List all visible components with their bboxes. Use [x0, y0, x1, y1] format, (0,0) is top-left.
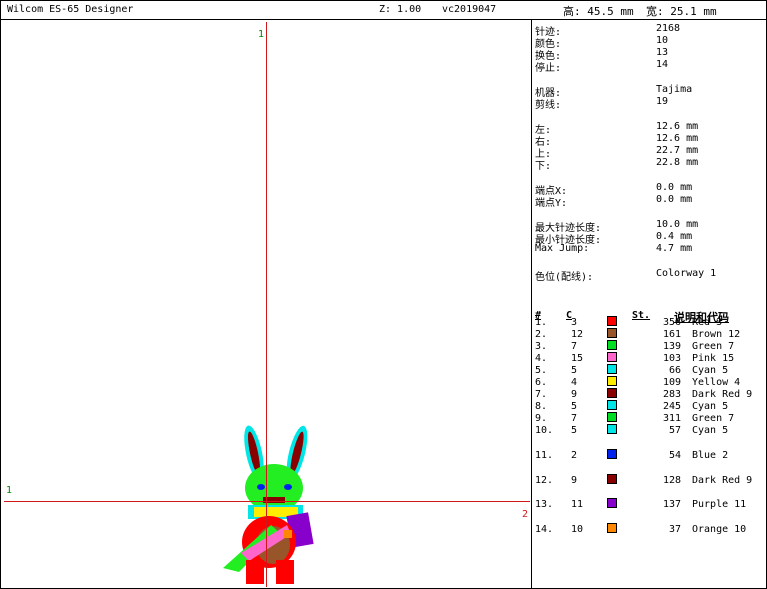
color-row-stitches: 311 — [662, 413, 681, 424]
color-swatch — [607, 474, 617, 484]
color-row-name: Cyan 5 — [692, 425, 729, 436]
color-row-code: 3 — [571, 317, 578, 328]
color-row[interactable]: 5. 5 66 Cyan 5 — [535, 364, 765, 377]
color-row-index: 2. — [535, 329, 548, 340]
color-row-stitches: 161 — [662, 329, 681, 340]
color-swatch — [607, 400, 617, 410]
color-row-stitches: 245 — [662, 401, 681, 412]
color-row-index: 6. — [535, 377, 548, 388]
color-row-code: 4 — [571, 377, 578, 388]
color-row-stitches: 283 — [662, 389, 681, 400]
color-row-name: Cyan 5 — [692, 365, 729, 376]
color-row[interactable]: 14. 10 37 Orange 10 — [535, 523, 765, 536]
color-row-stitches: 128 — [662, 475, 681, 486]
color-row-name: Brown 12 — [692, 329, 741, 340]
color-row[interactable]: 3. 7 139 Green 7 — [535, 340, 765, 353]
color-row-index: 12. — [535, 475, 554, 486]
color-row-index: 14. — [535, 524, 554, 535]
color-row[interactable]: 6. 4 109 Yellow 4 — [535, 376, 765, 389]
color-swatch — [607, 328, 617, 338]
color-row-code: 15 — [571, 353, 584, 364]
color-swatch — [607, 449, 617, 459]
color-row-code: 2 — [571, 450, 578, 461]
color-row-stitches: 356 — [662, 317, 681, 328]
color-row[interactable]: 13. 11 137 Purple 11 — [535, 498, 765, 511]
horizontal-guide-line — [4, 501, 530, 502]
color-row-index: 11. — [535, 450, 554, 461]
color-row[interactable]: 4. 15 103 Pink 15 — [535, 352, 765, 365]
color-row-stitches: 109 — [662, 377, 681, 388]
color-row-stitches: 37 — [668, 524, 681, 535]
color-row[interactable]: 9. 7 311 Green 7 — [535, 412, 765, 425]
design-filename: vc2019047 — [442, 4, 497, 15]
color-row-index: 3. — [535, 341, 548, 352]
color-row-code: 7 — [571, 413, 578, 424]
color-row-name: Pink 15 — [692, 353, 735, 364]
color-row-index: 4. — [535, 353, 548, 364]
color-swatch — [607, 376, 617, 386]
color-swatch — [607, 498, 617, 508]
color-row-index: 13. — [535, 499, 554, 510]
title-bar: Wilcom ES-65 Designer Z: 1.00 vc2019047 … — [1, 1, 766, 20]
color-row-stitches: 139 — [662, 341, 681, 352]
color-swatch — [607, 523, 617, 533]
color-row-code: 5 — [571, 365, 578, 376]
color-row-name: Orange 10 — [692, 524, 747, 535]
color-row[interactable]: 7. 9 283 Dark Red 9 — [535, 388, 765, 401]
color-row-name: Yellow 4 — [692, 377, 741, 388]
color-row[interactable]: 10. 5 57 Cyan 5 — [535, 424, 765, 437]
color-row-stitches: 137 — [662, 499, 681, 510]
color-row-index: 9. — [535, 413, 548, 424]
color-swatch — [607, 424, 617, 434]
color-row-stitches: 57 — [668, 425, 681, 436]
color-row-name: Cyan 5 — [692, 401, 729, 412]
color-row-code: 7 — [571, 341, 578, 352]
design-width: 宽: 25.1 mm — [646, 5, 717, 18]
color-row-code: 5 — [571, 401, 578, 412]
color-row-code: 5 — [571, 425, 578, 436]
color-row-code: 9 — [571, 475, 578, 486]
axis-marker-top: 1 — [258, 29, 265, 40]
color-row-index: 8. — [535, 401, 548, 412]
color-row-name: Blue 2 — [692, 450, 729, 461]
color-row-name: Green 7 — [692, 413, 735, 424]
app-title: Wilcom ES-65 Designer — [7, 4, 134, 15]
color-swatch — [607, 364, 617, 374]
color-row[interactable]: 2. 12 161 Brown 12 — [535, 328, 765, 341]
color-row[interactable]: 11. 2 54 Blue 2 — [535, 449, 765, 462]
color-row-stitches: 103 — [662, 353, 681, 364]
color-swatch — [607, 412, 617, 422]
panel-divider — [531, 20, 532, 588]
color-row-code: 10 — [571, 524, 584, 535]
zoom-level: Z: 1.00 — [379, 4, 422, 15]
color-row-name: Green 7 — [692, 341, 735, 352]
color-row-name: Dark Red 9 — [692, 475, 753, 486]
color-row-code: 12 — [571, 329, 584, 340]
axis-marker-left: 1 — [6, 485, 13, 496]
color-swatch — [607, 388, 617, 398]
axis-marker-right: 2 — [522, 509, 529, 520]
color-row-index: 1. — [535, 317, 548, 328]
color-swatch — [607, 316, 617, 326]
color-row-index: 7. — [535, 389, 548, 400]
color-row[interactable]: 8. 5 245 Cyan 5 — [535, 400, 765, 413]
color-row-stitches: 54 — [668, 450, 681, 461]
color-row-name: Dark Red 9 — [692, 389, 753, 400]
color-swatch — [607, 352, 617, 362]
color-row[interactable]: 12. 9 128 Dark Red 9 — [535, 474, 765, 487]
color-row-index: 10. — [535, 425, 554, 436]
vertical-guide-line — [266, 22, 267, 587]
color-row[interactable]: 1. 3 356 Red 3 — [535, 316, 765, 329]
color-row-name: Purple 11 — [692, 499, 747, 510]
design-height: 高: 45.5 mm — [563, 5, 634, 18]
color-row-stitches: 66 — [668, 365, 681, 376]
color-row-name: Red 3 — [692, 317, 723, 328]
color-row-code: 11 — [571, 499, 584, 510]
color-row-index: 5. — [535, 365, 548, 376]
color-swatch — [607, 340, 617, 350]
color-row-code: 9 — [571, 389, 578, 400]
